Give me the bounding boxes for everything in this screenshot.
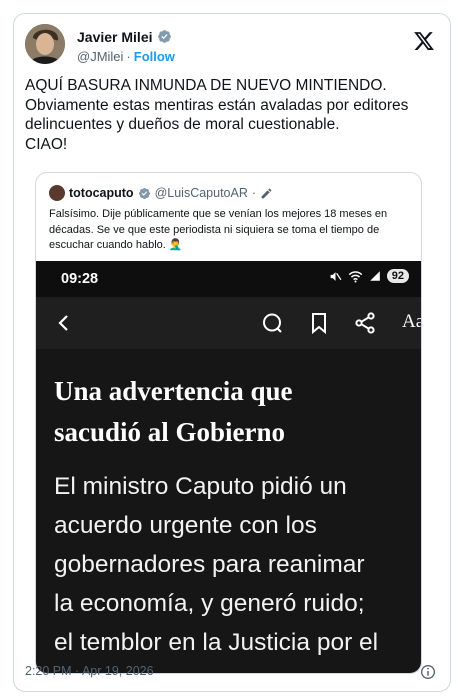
quote-author-name[interactable]: totocaputo bbox=[69, 186, 134, 200]
author-name[interactable]: Javier Milei bbox=[77, 29, 153, 45]
share-icon[interactable] bbox=[353, 311, 377, 335]
separator-dot: · bbox=[251, 186, 257, 200]
quote-text-line: escuchar cuando hablo. 🤦‍♂️ bbox=[49, 239, 183, 251]
signal-icon bbox=[369, 271, 380, 281]
quote-author-handle[interactable]: @LuisCaputoAR bbox=[155, 186, 248, 200]
follow-button[interactable]: Follow bbox=[134, 49, 175, 64]
phone-time: 09:28 bbox=[61, 271, 99, 287]
headline-line: Una advertencia que bbox=[54, 376, 293, 406]
search-icon[interactable] bbox=[260, 311, 284, 335]
body-line: acuerdo urgente con los bbox=[54, 512, 317, 539]
headline-line: sacudió al Gobierno bbox=[54, 417, 286, 447]
separator-dot: · bbox=[126, 49, 131, 64]
text-size-button[interactable]: Aa bbox=[402, 311, 421, 333]
body-line: el temblor en la Justicia por el bbox=[54, 629, 379, 656]
mute-icon bbox=[330, 271, 342, 281]
quote-avatar[interactable] bbox=[49, 185, 65, 201]
back-arrow-icon[interactable] bbox=[52, 311, 76, 335]
body-line: la economía, y generó ruido; bbox=[54, 590, 365, 617]
reader-toolbar: Aa bbox=[36, 297, 421, 349]
attached-phone-screenshot[interactable]: 09:28 92 Aa Una advertencia que sacudió … bbox=[36, 261, 421, 673]
author-block: Javier Milei @JMilei · Follow bbox=[77, 28, 175, 65]
tweet-text-line: AQUÍ BASURA INMUNDA DE NUEVO MINTIENDO. bbox=[25, 77, 387, 94]
quote-header: totocaputo @LuisCaputoAR · bbox=[49, 185, 273, 201]
verified-badge-icon bbox=[157, 30, 171, 43]
tweet-text-line: Obviamente estas mentiras están avaladas… bbox=[25, 96, 409, 114]
verified-badge-icon bbox=[138, 187, 150, 199]
article-body: El ministro Caputo pidió un acuerdo urge… bbox=[54, 467, 421, 662]
body-line: gobernadores para reanimar bbox=[54, 551, 365, 578]
body-line: El ministro Caputo pidió un bbox=[54, 473, 347, 500]
tweet-header: Javier Milei @JMilei · Follow bbox=[25, 24, 440, 66]
tweet-text: AQUÍ BASURA INMUNDA DE NUEVO MINTIENDO. … bbox=[25, 76, 435, 154]
author-handle[interactable]: @JMilei bbox=[77, 49, 123, 64]
tweet-card[interactable]: Javier Milei @JMilei · Follow AQUÍ BASUR… bbox=[13, 13, 451, 692]
quote-text-line: Falsísimo. Dije públicamente que se vení… bbox=[49, 208, 388, 220]
author-avatar[interactable] bbox=[25, 24, 65, 64]
tweet-timestamp[interactable]: 2:20 PM · Apr 19, 2026 bbox=[25, 664, 154, 678]
wifi-icon bbox=[348, 270, 363, 282]
phone-status-bar: 09:28 92 bbox=[36, 261, 421, 297]
edit-icon bbox=[261, 188, 272, 198]
battery-level: 92 bbox=[386, 269, 409, 283]
x-logo-icon[interactable] bbox=[413, 30, 435, 52]
info-icon[interactable] bbox=[420, 664, 436, 680]
tweet-footer: 2:20 PM · Apr 19, 2026 bbox=[25, 664, 440, 684]
quote-text-line: décadas. Se ve que este periodista ni si… bbox=[49, 223, 380, 236]
article-headline: Una advertencia que sacudió al Gobierno bbox=[54, 371, 414, 453]
tweet-text-line: delincuentes y dueños de moral cuestiona… bbox=[25, 116, 340, 133]
tweet-text-line: CIAO! bbox=[25, 135, 68, 153]
quoted-tweet[interactable]: totocaputo @LuisCaputoAR · Falsísimo. Di… bbox=[35, 172, 422, 674]
bookmark-icon[interactable] bbox=[307, 311, 331, 335]
quote-text: Falsísimo. Dije públicamente que se vení… bbox=[49, 207, 414, 254]
